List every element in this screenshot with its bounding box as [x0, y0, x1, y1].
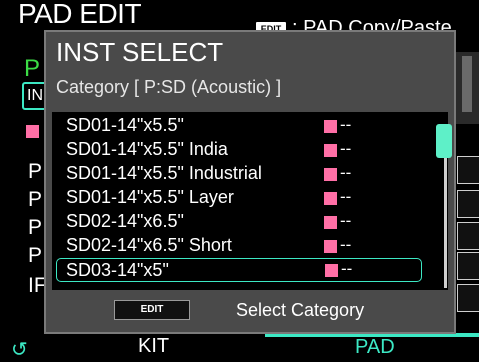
- instrument-list: SD01-14"x5.5" -- SD01-14"x5.5" India -- …: [52, 112, 452, 290]
- instrument-value: --: [340, 115, 352, 134]
- list-item[interactable]: SD01-14"x5.5" --: [52, 114, 436, 138]
- edit-button[interactable]: EDIT: [114, 300, 190, 320]
- value-field[interactable]: [457, 284, 479, 312]
- param-label: P: [28, 244, 43, 267]
- page-title: PAD EDIT: [18, 0, 142, 29]
- instrument-name: SD01-14"x5.5": [66, 115, 184, 135]
- instrument-value: --: [340, 163, 352, 182]
- color-swatch: [324, 192, 337, 205]
- instrument-value: --: [341, 259, 353, 278]
- edit-button-label: Select Category: [236, 300, 365, 320]
- instrument-name: SD01-14"x5.5" Industrial: [66, 163, 262, 183]
- footer-bar: [0, 334, 479, 362]
- pad-indicator: P: [24, 55, 41, 82]
- color-swatch: [324, 240, 337, 253]
- instrument-name: SD01-14"x5.5" Layer: [66, 187, 234, 207]
- value-field[interactable]: [457, 252, 479, 280]
- list-item-selected[interactable]: SD03-14"x5" --: [56, 258, 422, 282]
- background-scrollbar: [462, 56, 472, 112]
- category-label: Category [ P:SD (Acoustic) ]: [56, 77, 282, 97]
- color-swatch: [325, 264, 338, 277]
- inst-select-dialog: INST SELECT Category [ P:SD (Acoustic) ]…: [44, 30, 456, 334]
- instrument-name: SD01-14"x5.5" India: [66, 139, 228, 159]
- param-label: P: [28, 160, 43, 183]
- value-field[interactable]: [457, 156, 479, 184]
- instrument-value: --: [340, 211, 352, 230]
- instrument-name: SD02-14"x6.5": [66, 211, 184, 231]
- list-item[interactable]: SD01-14"x5.5" Industrial --: [52, 162, 436, 186]
- instrument-name: SD03-14"x5": [66, 260, 169, 280]
- tab-kit[interactable]: KIT: [138, 335, 169, 358]
- color-swatch: [324, 144, 337, 157]
- color-swatch: [26, 125, 39, 138]
- tab-pad[interactable]: PAD: [355, 336, 395, 359]
- color-swatch: [324, 216, 337, 229]
- list-item[interactable]: SD02-14"x6.5" Short --: [52, 234, 436, 258]
- instrument-value: --: [340, 235, 352, 254]
- list-item[interactable]: SD02-14"x6.5" --: [52, 210, 436, 234]
- instrument-value: --: [340, 139, 352, 158]
- dialog-title: INST SELECT: [56, 37, 224, 67]
- list-item[interactable]: SD01-14"x5.5" India --: [52, 138, 436, 162]
- scrollbar-thumb[interactable]: [436, 124, 452, 158]
- param-label: P: [28, 216, 43, 239]
- color-swatch: [324, 120, 337, 133]
- instrument-name: SD02-14"x6.5" Short: [66, 235, 232, 255]
- value-field[interactable]: [457, 190, 479, 218]
- param-label: P: [28, 188, 43, 211]
- refresh-icon[interactable]: ↺: [11, 337, 28, 362]
- list-item[interactable]: SD01-14"x5.5" Layer --: [52, 186, 436, 210]
- instrument-value: --: [340, 187, 352, 206]
- scrollbar-track[interactable]: [444, 150, 447, 288]
- value-field[interactable]: [457, 222, 479, 250]
- color-swatch: [324, 168, 337, 181]
